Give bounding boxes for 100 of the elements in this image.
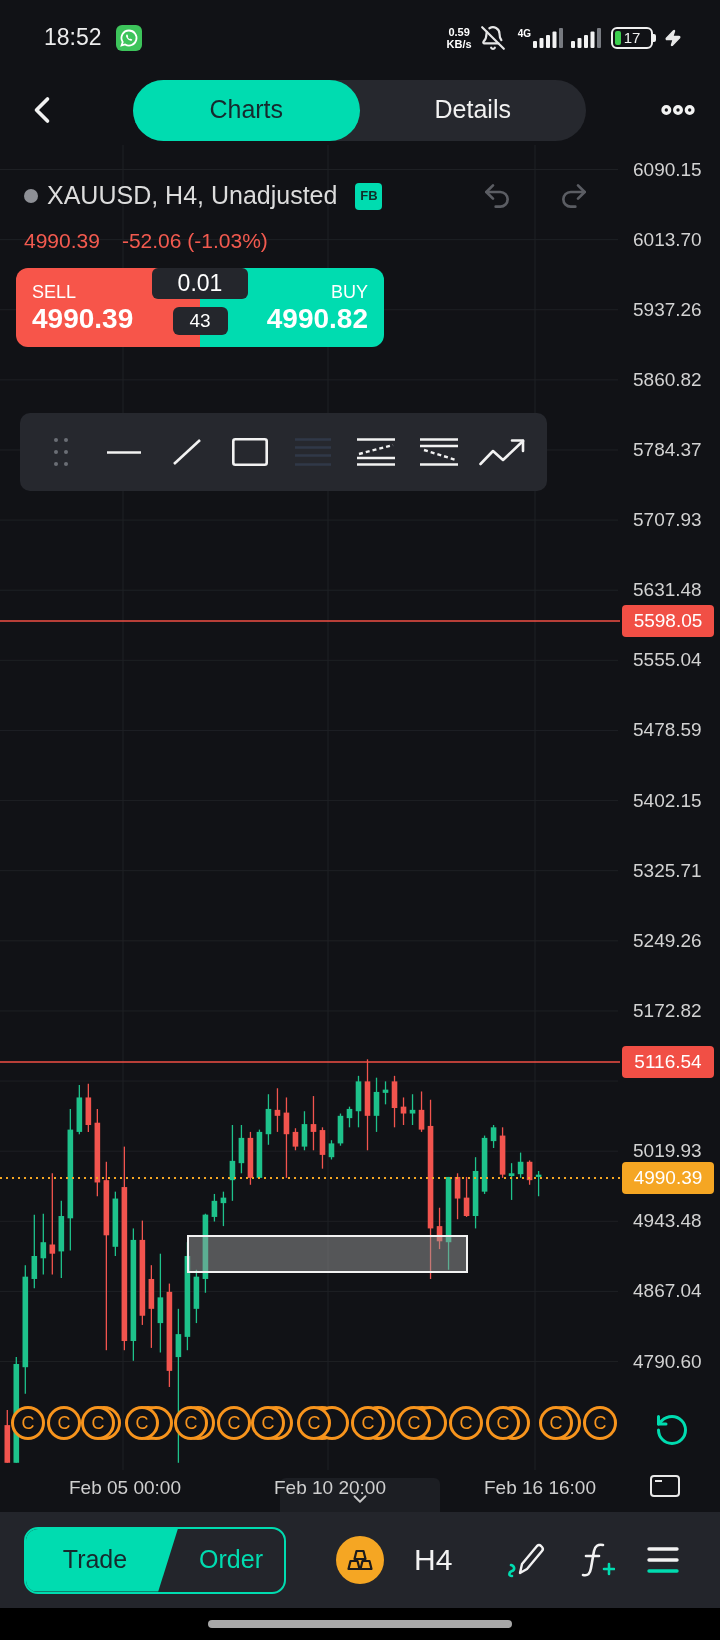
candlestick — [265, 1093, 272, 1146]
muted-bell-icon — [479, 24, 506, 51]
candlestick — [400, 1096, 407, 1126]
price-tag: 5598.05 — [622, 605, 714, 637]
candlestick — [517, 1151, 524, 1179]
candlestick — [391, 1075, 398, 1128]
price-axis-label: 5172.82 — [633, 999, 702, 1022]
trend-line-icon[interactable] — [172, 439, 201, 465]
speed-unit: KB/s — [446, 37, 472, 50]
signal-icon — [571, 27, 601, 48]
price-tag: 4990.39 — [622, 1162, 714, 1194]
price-axis-label: 5325.71 — [633, 859, 702, 882]
price-axis-label: 5249.26 — [633, 929, 702, 952]
candlestick — [409, 1093, 416, 1126]
event-marker[interactable]: C — [351, 1406, 385, 1440]
polyline-arrow-icon[interactable] — [478, 438, 525, 466]
event-marker[interactable]: C — [486, 1406, 520, 1440]
time-axis-label: Feb 16 16:00 — [484, 1477, 596, 1499]
channel-lines-icon[interactable] — [419, 438, 458, 466]
candlestick — [40, 1213, 47, 1276]
symbol-title: XAUUSD, H4, Unadjusted — [47, 180, 338, 212]
price-axis-label: 5631.48 — [633, 579, 702, 602]
timeframe-button[interactable]: H4 — [414, 1545, 453, 1575]
chat-bubble-icon — [115, 24, 142, 51]
time-axis-label: Feb 10 20:00 — [274, 1477, 386, 1499]
candlestick — [490, 1124, 497, 1149]
event-marker[interactable]: C — [539, 1406, 573, 1440]
candlestick — [310, 1095, 317, 1151]
symbol-badge: FB — [355, 182, 383, 210]
network-speed: 0.59 — [448, 25, 470, 38]
parallel-channel-icon[interactable] — [356, 438, 395, 466]
candlestick — [526, 1159, 533, 1186]
event-marker[interactable]: C — [251, 1406, 285, 1440]
candlestick — [301, 1110, 308, 1151]
candlestick — [220, 1191, 227, 1227]
candlestick — [535, 1170, 542, 1197]
event-marker[interactable]: C — [217, 1406, 251, 1440]
candlestick — [292, 1127, 299, 1151]
pen-draw-icon[interactable] — [506, 1542, 547, 1578]
candlestick — [328, 1139, 335, 1161]
horizontal-line-icon[interactable] — [106, 450, 141, 454]
event-marker[interactable]: C — [47, 1406, 81, 1440]
rectangle-icon[interactable] — [231, 438, 268, 466]
view-tab[interactable]: Charts — [133, 79, 360, 141]
ingots-icon[interactable] — [336, 1536, 384, 1584]
candlestick — [418, 1090, 425, 1133]
candlestick — [508, 1162, 515, 1201]
drag-handle-icon[interactable] — [53, 438, 68, 466]
price-axis-label: 5707.93 — [633, 509, 702, 532]
candlestick — [76, 1084, 83, 1135]
candlestick — [382, 1080, 389, 1105]
panel-toggle-icon[interactable] — [650, 1475, 680, 1497]
price-axis-label: 6090.15 — [633, 158, 702, 181]
spread-badge: 43 — [172, 307, 228, 335]
price-axis-label: 5478.59 — [633, 719, 702, 742]
candlestick — [112, 1191, 119, 1257]
event-marker[interactable]: C — [449, 1406, 483, 1440]
candlestick — [346, 1106, 353, 1128]
candlestick — [247, 1131, 254, 1186]
price-axis-label: 4867.04 — [633, 1280, 702, 1303]
candlestick — [319, 1126, 326, 1170]
view-tab[interactable]: Details — [359, 79, 586, 141]
price-axis-label: 6013.70 — [633, 228, 702, 251]
price-axis-label: 5402.15 — [633, 789, 702, 812]
refresh-icon[interactable] — [654, 1412, 690, 1448]
candlestick — [211, 1193, 218, 1223]
price-axis-label: 5019.93 — [633, 1140, 702, 1163]
last-price: 4990.39 — [24, 228, 100, 255]
indicator-function-icon[interactable] — [579, 1542, 616, 1578]
battery-level: 17 — [611, 26, 656, 49]
price-axis-label: 5860.82 — [633, 368, 702, 391]
event-marker[interactable]: C — [174, 1406, 208, 1440]
quantity-field[interactable]: 0.01 — [152, 268, 248, 299]
menu-icon[interactable] — [647, 1547, 680, 1573]
signal-icon — [533, 27, 563, 48]
event-marker[interactable]: C — [583, 1406, 617, 1440]
candlestick — [85, 1083, 92, 1133]
candlestick — [436, 1207, 443, 1250]
candlestick — [355, 1075, 362, 1128]
price-tag: 5116.54 — [622, 1046, 714, 1078]
mode-tab[interactable]: Trade — [26, 1528, 178, 1592]
mode-tab[interactable]: Order — [178, 1528, 284, 1592]
price-axis-label: 4790.60 — [633, 1350, 702, 1373]
clock-time: 18:52 — [44, 26, 102, 49]
candlestick — [481, 1134, 488, 1195]
candlestick — [4, 1409, 11, 1464]
charging-bolt-icon — [664, 28, 682, 47]
candlestick — [463, 1176, 470, 1218]
price-axis-label: 5937.26 — [633, 298, 702, 321]
candlestick — [274, 1087, 281, 1133]
event-marker[interactable]: C — [81, 1406, 115, 1440]
candlestick — [337, 1112, 344, 1147]
price-axis-label: 4943.48 — [633, 1210, 702, 1233]
price-change: -52.06 (-1.03%) — [121, 228, 268, 255]
candlestick — [193, 1269, 200, 1324]
candlestick — [238, 1124, 245, 1174]
candlestick — [373, 1077, 380, 1133]
candlestick — [454, 1172, 461, 1220]
event-marker[interactable]: C — [11, 1406, 45, 1440]
time-axis-label: Feb 05 00:00 — [69, 1477, 181, 1499]
